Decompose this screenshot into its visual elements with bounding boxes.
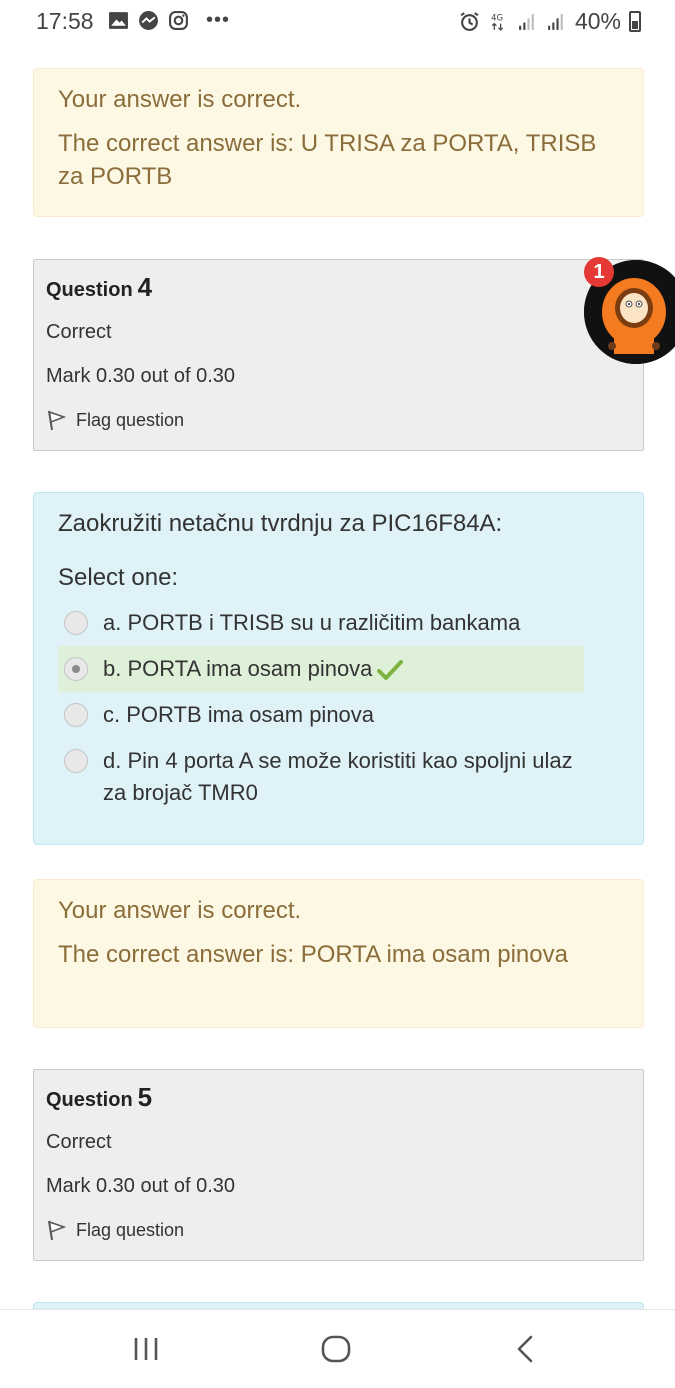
messenger-icon xyxy=(139,11,158,30)
battery-icon xyxy=(629,11,641,32)
svg-text:4G: 4G xyxy=(491,12,503,22)
correct-check-icon xyxy=(377,660,404,681)
question-mark: Mark 0.30 out of 0.30 xyxy=(46,365,236,387)
radio-button-b[interactable] xyxy=(64,657,88,681)
question-number: 4 xyxy=(137,272,153,302)
notification-icons: ••• xyxy=(108,9,230,32)
question-text: Zaokružiti netačnu tvrdnju za PIC16F84A: xyxy=(58,510,503,537)
answer-option-a[interactable]: a. PORTB i TRISB su u različitim bankama xyxy=(58,600,584,646)
answer-label-b[interactable]: b. PORTA ima osam pinova xyxy=(103,656,372,681)
question-content: Zaokružiti netačnu tvrdnju za PIC16F84A:… xyxy=(33,492,644,845)
status-bar: 17:58 ••• 4G 40% xyxy=(0,0,675,40)
radio-button-d[interactable] xyxy=(64,749,88,773)
answer-option-d[interactable]: d. Pin 4 porta A se može koristiti kao s… xyxy=(58,738,584,816)
question-label-2: Question xyxy=(46,1089,133,1111)
radio-button-c[interactable] xyxy=(64,703,88,727)
question-label: Question xyxy=(46,279,133,301)
answer-list: a. PORTB i TRISB su u različitim bankama… xyxy=(58,600,619,816)
home-icon[interactable] xyxy=(316,1332,356,1368)
answer-label-d[interactable]: d. Pin 4 porta A se može koristiti kao s… xyxy=(103,745,584,809)
system-icons: 4G 40% xyxy=(459,8,641,35)
feedback-status-2: Your answer is correct. xyxy=(58,897,302,924)
question-state: Correct xyxy=(46,321,112,343)
flag-question-link-2[interactable]: Flag question xyxy=(46,1219,631,1241)
signal-icon-2 xyxy=(548,14,563,30)
feedback-status: Your answer is correct. xyxy=(58,86,302,113)
battery-percent: 40% xyxy=(574,8,621,34)
question-number-2: 5 xyxy=(137,1082,153,1112)
flag-icon[interactable] xyxy=(46,1219,66,1241)
flag-icon[interactable] xyxy=(46,409,66,431)
right-answer-2: The correct answer is: PORTA ima osam pi… xyxy=(58,941,568,968)
select-prompt: Select one: xyxy=(58,564,179,591)
instagram-icon xyxy=(169,11,188,30)
answer-option-c[interactable]: c. PORTB ima osam pinova xyxy=(58,692,584,738)
feedback-box-2: Your answer is correct. The correct answ… xyxy=(33,879,644,1028)
question-title: Question 4 xyxy=(46,272,631,303)
question-title-2: Question 5 xyxy=(46,1082,631,1113)
question-info: Question 4 Correct Mark 0.30 out of 0.30… xyxy=(33,259,644,451)
signal-icon xyxy=(519,14,534,30)
status-time: 17:58 xyxy=(36,8,94,34)
flag-question-link[interactable]: Flag question xyxy=(46,409,631,431)
recent-apps-icon[interactable] xyxy=(126,1332,166,1368)
4g-icon: 4G xyxy=(491,12,504,31)
answer-label-b-wrap[interactable]: b. PORTA ima osam pinova xyxy=(103,653,404,685)
flag-question-label[interactable]: Flag question xyxy=(76,410,184,431)
gallery-icon xyxy=(109,12,128,29)
question-mark-2: Mark 0.30 out of 0.30 xyxy=(46,1175,236,1197)
right-answer: The correct answer is: U TRISA za PORTA,… xyxy=(58,130,597,190)
navigation-bar xyxy=(0,1309,675,1388)
back-icon[interactable] xyxy=(506,1332,546,1368)
question-state-2: Correct xyxy=(46,1131,112,1153)
flag-question-label-2[interactable]: Flag question xyxy=(76,1220,184,1241)
answer-label-a[interactable]: a. PORTB i TRISB su u različitim bankama xyxy=(103,607,520,639)
feedback-box: Your answer is correct. The correct answ… xyxy=(33,68,644,217)
radio-button-a[interactable] xyxy=(64,611,88,635)
answer-option-b[interactable]: b. PORTA ima osam pinova xyxy=(58,646,584,692)
question-info-2: Question 5 Correct Mark 0.30 out of 0.30… xyxy=(33,1069,644,1261)
overflow-dots: ••• xyxy=(206,9,231,31)
answer-label-c[interactable]: c. PORTB ima osam pinova xyxy=(103,699,374,731)
notification-badge: 1 xyxy=(584,257,614,287)
alarm-icon xyxy=(460,12,479,31)
